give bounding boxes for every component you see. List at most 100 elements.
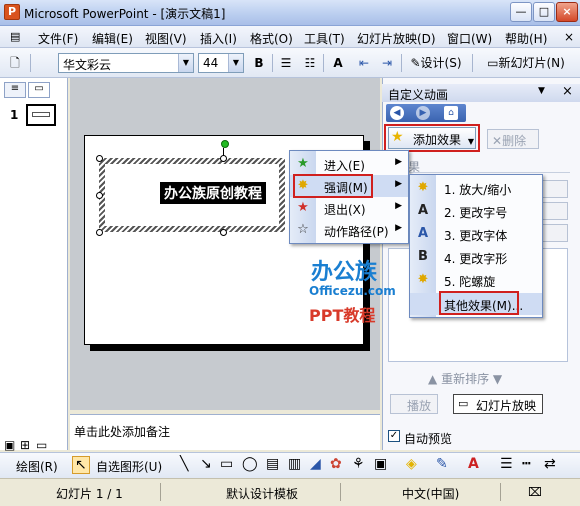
- close-button[interactable]: ×: [556, 2, 578, 22]
- emphasis-font-style[interactable]: B 4. 更改字形: [410, 246, 542, 268]
- oval-icon[interactable]: ◯: [242, 456, 258, 472]
- select-pointer-icon[interactable]: ↖: [72, 456, 90, 474]
- drawing-toolbar: 绘图(R) ↖ 自选图形(U) ╲ ↘ ▭ ◯ ▤ ▥ ◢ ✿ ⚘ ▣ ◈ ✎ …: [0, 452, 580, 478]
- formatting-toolbar: 🗋 华文彩云 ▼ 44 ▼ B ☰ ☷ A ⇤ ⇥ ✎设计(S) ▭新幻灯片(N…: [0, 48, 580, 78]
- menu-format[interactable]: 格式(O): [250, 30, 293, 47]
- slides-tab[interactable]: ▭: [28, 82, 50, 98]
- new-slide-button[interactable]: ▭新幻灯片(N): [477, 54, 575, 72]
- emphasis-item-label: 1. 放大/缩小: [444, 183, 512, 197]
- line-color-icon[interactable]: ✎: [436, 456, 448, 472]
- font-family-select[interactable]: 华文彩云 ▼: [58, 53, 194, 73]
- watermark-brand: 办公族: [311, 260, 378, 285]
- wordart-icon[interactable]: ◢: [310, 456, 321, 472]
- back-icon[interactable]: ◀: [390, 106, 404, 120]
- numbered-list-icon[interactable]: ☰: [278, 54, 294, 72]
- chevron-down-icon[interactable]: ▼: [228, 54, 243, 72]
- menu-help[interactable]: 帮助(H): [505, 30, 547, 47]
- minimize-button[interactable]: —: [510, 2, 532, 22]
- close-icon[interactable]: ×: [562, 84, 573, 99]
- autopreview-label: 自动预览: [404, 432, 453, 446]
- picture-icon[interactable]: ▣: [374, 456, 387, 472]
- doc-close-icon[interactable]: ×: [564, 30, 574, 44]
- emphasis-font[interactable]: A 3. 更改字体: [410, 223, 542, 245]
- design-button[interactable]: ✎设计(S): [406, 54, 466, 72]
- new-document-icon[interactable]: 🗋: [6, 54, 24, 72]
- thumbnail-title-shape: [32, 112, 50, 117]
- font-color-icon[interactable]: A: [468, 456, 479, 472]
- chevron-down-icon[interactable]: ▼: [538, 86, 545, 96]
- dash-style-icon[interactable]: ┅: [522, 456, 530, 472]
- notes-pane[interactable]: 单击此处添加备注: [70, 414, 380, 450]
- menu-exit[interactable]: ★ 退出(X) ▶: [290, 197, 408, 219]
- slide-thumbnail[interactable]: [26, 104, 56, 126]
- menu-file[interactable]: 文件(F): [38, 30, 78, 47]
- doc-menu-icon[interactable]: ▤: [10, 30, 20, 43]
- slideshow-view-icon[interactable]: ▭: [36, 438, 47, 452]
- play-button[interactable]: 播放: [390, 394, 438, 414]
- textbox-icon[interactable]: ▤: [266, 456, 279, 472]
- fill-color-icon[interactable]: ◈: [406, 456, 417, 472]
- design-icon: ✎: [410, 56, 421, 70]
- maximize-button[interactable]: □: [533, 2, 555, 22]
- arrow-icon[interactable]: ↘: [200, 456, 212, 472]
- outline-tab[interactable]: ≡: [4, 82, 26, 98]
- highlight-box: [439, 291, 519, 315]
- resize-handle[interactable]: [220, 155, 227, 162]
- draw-menu[interactable]: 绘图(R): [16, 458, 58, 475]
- watermark-subtitle: PPT教程: [309, 306, 376, 325]
- increase-indent-icon[interactable]: ⇥: [379, 54, 395, 72]
- highlight-box: [293, 174, 373, 198]
- vertical-textbox-icon[interactable]: ▥: [288, 456, 301, 472]
- projector-icon: ▭: [458, 397, 469, 410]
- forward-icon[interactable]: ▶: [416, 106, 430, 120]
- menu-motion-path[interactable]: ☆ 动作路径(P) ▶: [290, 219, 408, 241]
- increase-font-icon[interactable]: A: [330, 54, 346, 72]
- bullet-list-icon[interactable]: ☷: [302, 54, 318, 72]
- emphasis-spin[interactable]: ✸ 5. 陀螺旋: [410, 269, 542, 291]
- diagram-icon[interactable]: ✿: [330, 456, 342, 472]
- menu-window[interactable]: 窗口(W): [447, 30, 492, 47]
- spin-icon: ✸: [417, 272, 429, 287]
- menu-insert[interactable]: 插入(I): [200, 30, 237, 47]
- design-template: 默认设计模板: [226, 487, 299, 501]
- toolbar-separator: [323, 54, 324, 72]
- rotate-handle[interactable]: [221, 140, 229, 148]
- rectangle-icon[interactable]: ▭: [220, 456, 233, 472]
- chevron-down-icon[interactable]: ▼: [178, 54, 193, 72]
- arrow-style-icon[interactable]: ⇄: [544, 456, 556, 472]
- delete-button[interactable]: ✕删除: [487, 129, 539, 149]
- resize-handle[interactable]: [220, 229, 227, 236]
- red-star-icon: ★: [297, 200, 309, 215]
- home-icon[interactable]: ⌂: [444, 106, 458, 120]
- menu-view[interactable]: 视图(V): [145, 30, 187, 47]
- menu-tools[interactable]: 工具(T): [304, 30, 345, 47]
- menu-edit[interactable]: 编辑(E): [92, 30, 133, 47]
- design-label: 设计(S): [420, 56, 462, 70]
- line-icon[interactable]: ╲: [180, 456, 188, 472]
- menu-entrance[interactable]: ★ 进入(E) ▶: [290, 153, 408, 175]
- line-style-icon[interactable]: ☰: [500, 456, 513, 472]
- emphasis-font-size[interactable]: A 2. 更改字号: [410, 200, 542, 222]
- resize-handle[interactable]: [96, 155, 103, 162]
- spelling-icon[interactable]: ⌧: [528, 485, 542, 499]
- reorder-control: ▲ 重新排序 ▼: [428, 370, 502, 387]
- normal-view-icon[interactable]: ▣: [4, 438, 15, 452]
- slide-title-text[interactable]: 办公族原创教程: [160, 182, 266, 204]
- delete-icon: ✕: [492, 134, 503, 148]
- emphasis-grow-shrink[interactable]: ✸ 1. 放大/缩小: [410, 177, 542, 199]
- move-down-icon[interactable]: ▼: [493, 372, 502, 386]
- clipart-icon[interactable]: ⚘: [352, 456, 365, 472]
- window-title: Microsoft PowerPoint - [演示文稿1]: [24, 7, 226, 21]
- status-separator: [340, 483, 341, 501]
- sorter-view-icon[interactable]: ⊞: [20, 438, 30, 452]
- task-pane-nav: ◀ ▶ ⌂: [386, 104, 466, 122]
- menu-slideshow[interactable]: 幻灯片放映(D): [357, 30, 436, 47]
- decrease-indent-icon[interactable]: ⇤: [356, 54, 372, 72]
- resize-handle[interactable]: [96, 192, 103, 199]
- autoshapes-menu[interactable]: 自选图形(U): [96, 458, 162, 475]
- resize-handle[interactable]: [96, 229, 103, 236]
- bold-button[interactable]: B: [252, 54, 266, 72]
- move-up-icon[interactable]: ▲: [428, 372, 437, 386]
- autopreview-checkbox[interactable]: ✓: [388, 430, 400, 442]
- font-size-select[interactable]: 44 ▼: [198, 53, 244, 73]
